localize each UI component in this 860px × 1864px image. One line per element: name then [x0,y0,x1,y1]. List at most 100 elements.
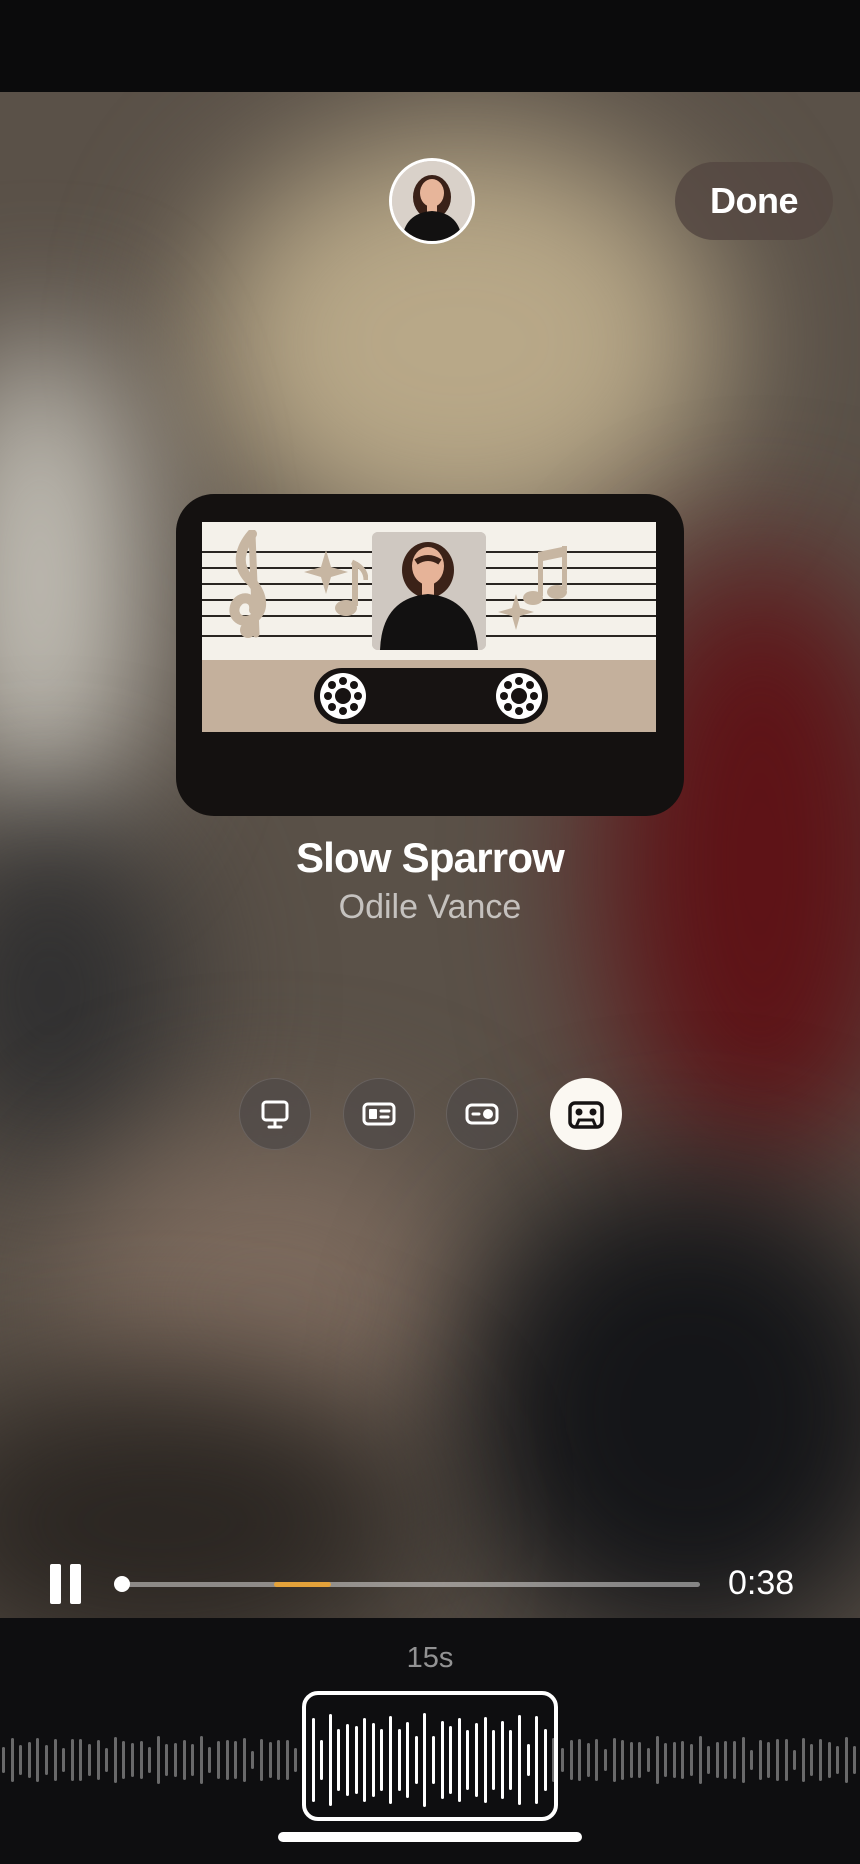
waveform-bar [2,1747,5,1773]
waveform-bar [88,1743,91,1777]
style-option-card[interactable] [343,1078,415,1150]
waveform-bar [758,1739,762,1781]
reel-left [320,673,366,719]
waveform-bar [819,1738,822,1782]
waveform-bar [801,1737,805,1783]
waveform-bar [638,1741,642,1779]
progress-thumb[interactable] [114,1576,130,1592]
waveform-bar [208,1747,212,1773]
waveform-bar [698,1736,702,1784]
pause-button[interactable] [50,1564,82,1604]
reel-window [314,668,548,724]
waveform-bar [664,1743,668,1777]
monitor-icon [261,1100,289,1129]
waveform-bar [715,1742,719,1778]
waveform-bar [174,1742,177,1778]
waveform-bar [113,1737,117,1783]
waveform-bar [79,1738,83,1782]
waveform-bar [672,1741,676,1779]
waveform-bar [96,1740,100,1780]
done-button[interactable]: Done [675,162,833,240]
waveform-bar [827,1741,831,1779]
user-avatar[interactable] [389,158,475,244]
waveform-bar [45,1744,48,1776]
waveform-bar [604,1749,607,1771]
progress-track[interactable] [122,1582,700,1587]
waveform-bar [586,1742,590,1778]
style-option-monitor[interactable] [239,1078,311,1150]
elapsed-time: 0:38 [728,1564,795,1602]
waveform-bar [217,1741,220,1779]
waveform-bar [647,1747,650,1773]
clip-selection-window[interactable] [302,1691,558,1821]
waveform-bar [156,1736,160,1784]
cassette-icon [568,1101,604,1129]
beamed-notes-icon [523,546,567,605]
style-option-toggle-card[interactable] [446,1078,518,1150]
waveform-bar [260,1738,263,1782]
clip-duration-label: 15s [406,1642,454,1674]
song-artist: Odile Vance [338,888,522,926]
album-photo [372,532,486,650]
waveform-bar [844,1736,848,1784]
waveform-bar [242,1737,246,1783]
waveform-bar [853,1745,857,1775]
waveform-bar [165,1743,169,1777]
waveform-bar [707,1746,711,1774]
waveform-bar [53,1738,57,1782]
tape-strip [202,660,656,732]
waveform-bar [561,1748,564,1772]
waveform-bar [741,1737,745,1783]
waveform-bar [199,1736,203,1784]
waveform-bar [776,1739,779,1781]
music-note-icon [335,559,368,616]
waveform-bar [733,1741,736,1779]
waveform-bar [569,1739,573,1781]
waveform-bar [122,1740,126,1780]
waveform-bar [629,1741,633,1779]
treble-clef-icon [229,530,267,638]
reel-right [496,673,542,719]
waveform-bar [578,1738,582,1782]
waveform-bar [225,1740,229,1780]
toggle-card-icon [465,1103,499,1125]
waveform-bar [131,1742,134,1778]
waveform-bar [724,1741,728,1779]
waveform-bar [19,1745,23,1775]
waveform-bar [277,1739,281,1781]
waveform-bar [148,1746,152,1774]
card-icon [362,1102,396,1126]
waveform-bar [251,1751,255,1769]
waveform-bar [793,1749,797,1771]
waveform-bar [70,1739,74,1781]
cassette-preview [176,494,684,816]
waveform-bar [836,1745,840,1775]
waveform-bar [690,1744,693,1776]
style-option-cassette[interactable] [550,1078,622,1150]
waveform-bar [105,1748,109,1772]
song-title: Slow Sparrow [295,834,565,881]
waveform-bar [182,1740,186,1780]
waveform-bar [191,1743,195,1777]
waveform-bar [750,1750,754,1770]
pause-icon [50,1564,61,1604]
waveform-bar [139,1740,143,1780]
waveform-bar [62,1747,66,1773]
waveform-bar [294,1748,298,1772]
waveform-bar [595,1739,599,1781]
home-indicator [278,1832,582,1842]
waveform-bar [268,1741,272,1779]
selection-range [274,1582,331,1587]
waveform-bar [767,1742,771,1778]
waveform-bar [285,1740,289,1780]
waveform-bar [36,1737,40,1783]
waveform-bar [655,1736,659,1784]
status-bar [0,0,860,92]
waveform-bar [10,1737,14,1783]
waveform-bar [612,1737,616,1783]
waveform-bar [234,1741,238,1779]
waveform-bar [681,1741,685,1779]
waveform-bar [621,1740,625,1780]
waveform-bar [27,1741,31,1779]
cassette-label [202,522,656,732]
